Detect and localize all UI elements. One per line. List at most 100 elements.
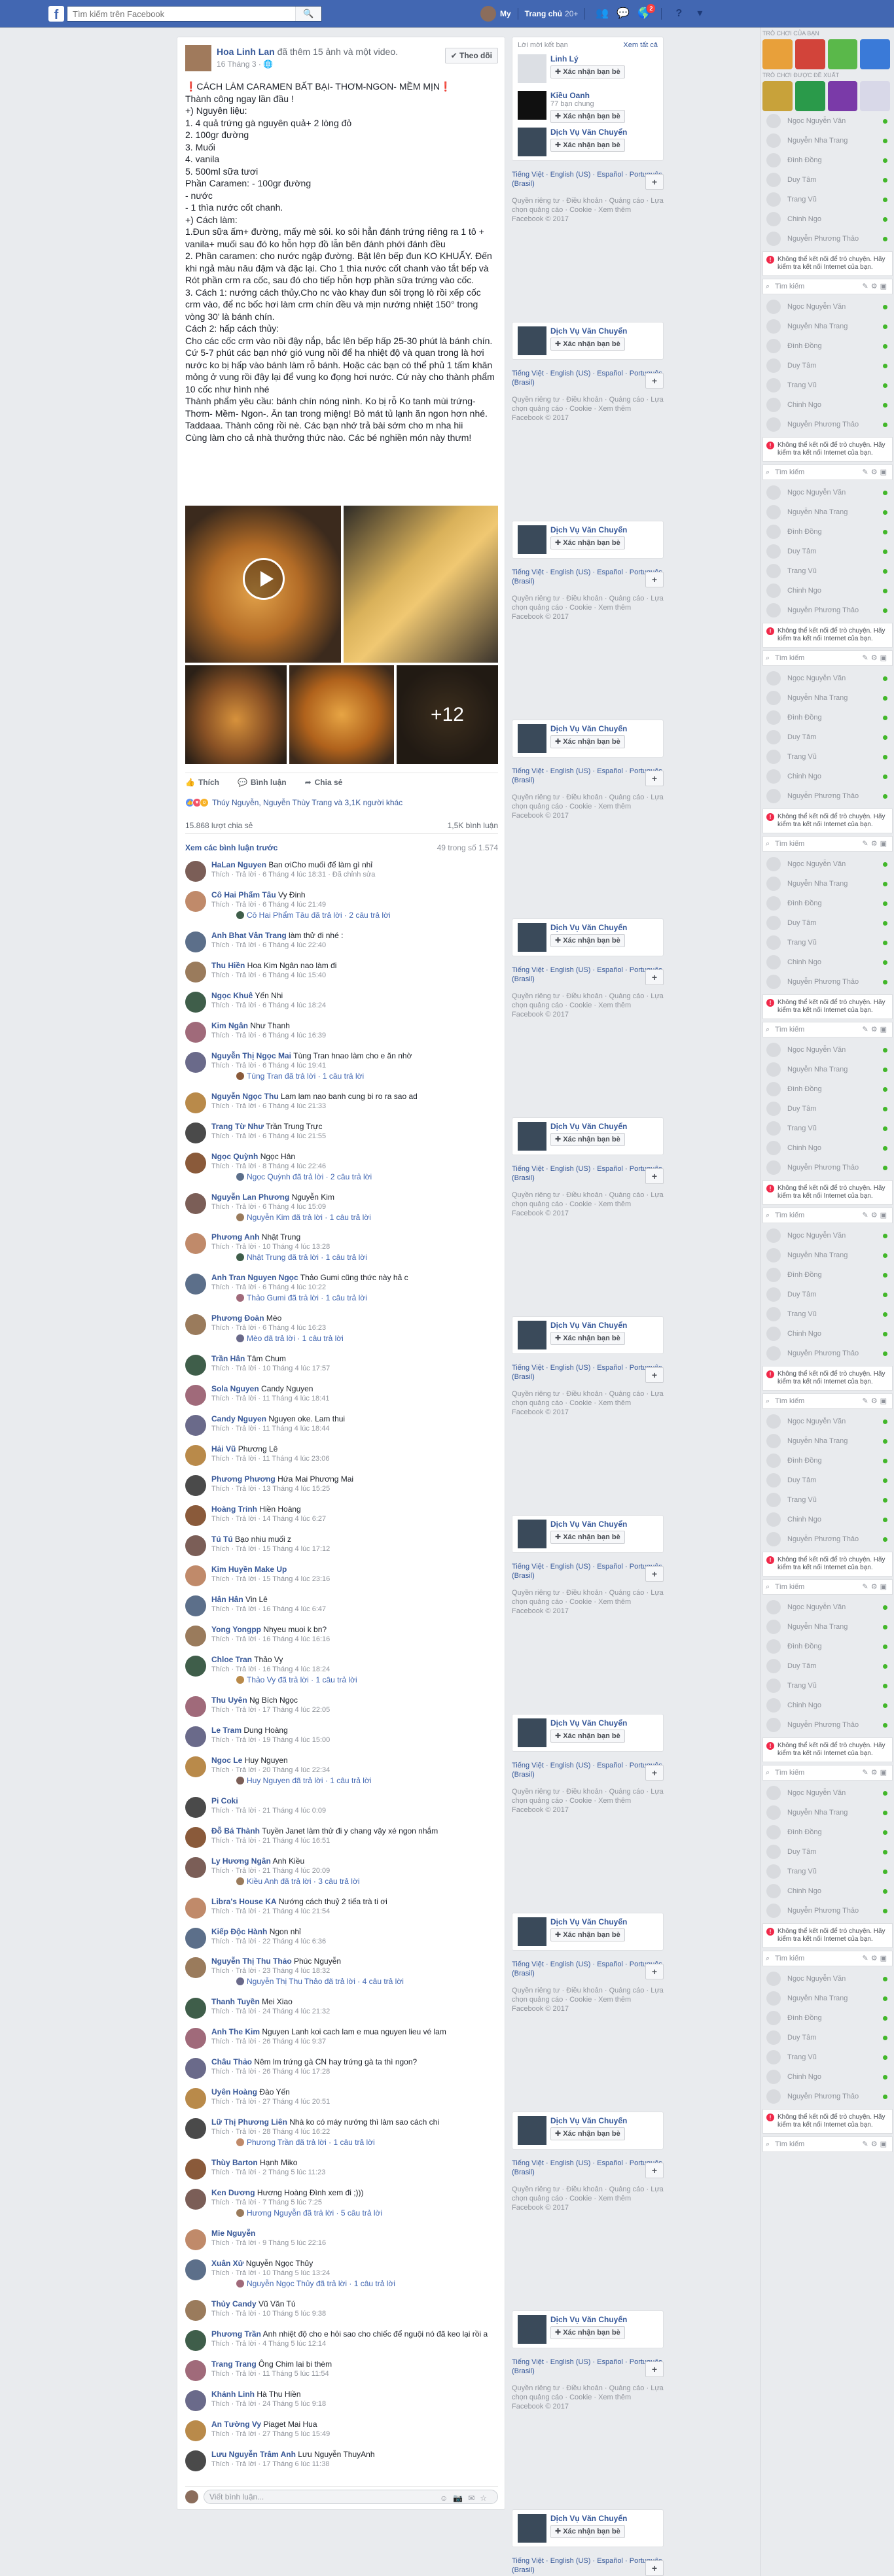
comment-author[interactable]: Ngọc Khuê [211, 991, 253, 1000]
comment-replies-link[interactable]: Ngọc Quỳnh đã trả lời · 2 câu trả lời [211, 1172, 498, 1181]
friend-name[interactable]: Dịch Vụ Văn Chuyển [550, 1122, 663, 1131]
comment-meta[interactable]: Thích · Trả lời · 14 Tháng 4 lúc 6:27 [211, 1514, 498, 1523]
like-button[interactable]: 👍 Thích [185, 778, 219, 787]
chat-contact[interactable]: Nguyễn Nha Trang [761, 1245, 894, 1265]
avatar[interactable] [185, 1233, 206, 1255]
game-icon[interactable] [860, 81, 890, 111]
comment-author[interactable]: Kiếp Độc Hành [211, 1927, 267, 1936]
avatar[interactable] [185, 1092, 206, 1113]
avatar[interactable] [185, 1897, 206, 1919]
chat-contact[interactable]: Duy Tâm [761, 2028, 894, 2047]
home-link[interactable]: Trang chủ [525, 9, 562, 18]
comment-author[interactable]: Nguyễn Lan Phương [211, 1192, 289, 1202]
comment-author[interactable]: Hải Vũ [211, 1444, 236, 1453]
comment-replies-link[interactable]: Phương Trần đã trả lời · 1 câu trả lời [211, 2138, 498, 2147]
avatar[interactable] [185, 1625, 206, 1646]
confirm-friend-button[interactable]: ✚ Xác nhận bạn bè [550, 1531, 625, 1544]
avatar[interactable] [185, 2088, 206, 2110]
chat-settings-icon[interactable]: ✎⚙▣ [863, 465, 889, 479]
game-icon[interactable] [762, 39, 793, 69]
avatar[interactable] [185, 1826, 206, 1848]
comment-author[interactable]: Lữ Thị Phương Liên [211, 2117, 287, 2127]
avatar[interactable] [185, 1314, 206, 1336]
comment-meta[interactable]: Thích · Trả lời · 24 Tháng 4 lúc 21:32 [211, 2007, 498, 2016]
replies-text[interactable]: Thảo Vy đã trả lời · 1 câu trả lời [247, 1675, 357, 1684]
footer-link-list[interactable]: Quyền riêng tư · Điều khoản · Quảng cáo … [512, 1191, 664, 1209]
chat-contact[interactable]: Trang Vũ [761, 1676, 894, 1696]
chat-settings-icon[interactable]: ✎⚙▣ [863, 2137, 889, 2151]
photo[interactable]: +12 [397, 665, 498, 764]
language-list[interactable]: Tiếng Việt · English (US) · Español · Po… [512, 2556, 664, 2575]
confirm-friend-button[interactable]: ✚ Xác nhận bạn bè [550, 110, 625, 123]
language-list[interactable]: Tiếng Việt · English (US) · Español · Po… [512, 2358, 664, 2376]
avatar[interactable] [185, 1856, 206, 1878]
chat-contact[interactable]: Nguyễn Nha Trang [761, 688, 894, 708]
comment-meta[interactable]: Thích · Trả lời · 10 Tháng 4 lúc 17:57 [211, 1364, 498, 1373]
game-icon[interactable] [762, 81, 793, 111]
avatar[interactable] [185, 2259, 206, 2281]
avatar[interactable] [185, 1152, 206, 1174]
confirm-friend-button[interactable]: ✚ Xác nhận bạn bè [550, 735, 625, 748]
comment-author[interactable]: Phương Đoàn [211, 1314, 264, 1323]
chat-search-input[interactable]: ⌕ Tìm kiếm ✎⚙▣ [762, 1208, 893, 1223]
comment-meta[interactable]: Thích · Trả lời · 8 Tháng 4 lúc 22:46 [211, 1162, 498, 1171]
chat-contact[interactable]: Ngọc Nguyễn Văn [761, 1597, 894, 1617]
comment-author[interactable]: Ken Dương [211, 2188, 255, 2197]
comment-author[interactable]: Kim Ngân [211, 1021, 248, 1030]
comment-button[interactable]: 💬 Bình luận [238, 778, 287, 787]
comment-meta[interactable]: Thích · Trả lời · 6 Tháng 4 lúc 19:41 [211, 1061, 498, 1070]
add-language-button[interactable]: + [645, 969, 664, 985]
comment-meta[interactable]: Thích · Trả lời · 6 Tháng 4 lúc 16:23 [211, 1323, 498, 1332]
footer-link-list[interactable]: Quyền riêng tư · Điều khoản · Quảng cáo … [512, 594, 664, 612]
chat-contact[interactable]: Đình Đồng [761, 336, 894, 356]
comment-author[interactable]: Uyên Hoàng [211, 2087, 257, 2097]
messages-icon[interactable]: 💬 [617, 7, 630, 20]
comment-replies-link[interactable]: Kiều Anh đã trả lời · 3 câu trả lời [211, 1877, 498, 1886]
chat-contact[interactable]: Nguyễn Phương Thảo [761, 1344, 894, 1363]
photo[interactable] [289, 665, 394, 764]
replies-text[interactable]: Nhật Trung đã trả lời · 1 câu trả lời [247, 1253, 367, 1262]
chat-contact[interactable]: Chinh Ngo [761, 952, 894, 972]
comment-author[interactable]: Xuân Xử [211, 2259, 243, 2268]
avatar[interactable] [185, 2329, 206, 2351]
confirm-friend-button[interactable]: ✚ Xác nhận bạn bè [550, 1133, 625, 1146]
chat-settings-icon[interactable]: ✎⚙▣ [863, 1208, 889, 1223]
comment-author[interactable]: An Tường Vy [211, 2420, 261, 2429]
chat-contact[interactable]: Ngọc Nguyễn Văn [761, 1783, 894, 1803]
chat-contact[interactable]: Ngọc Nguyễn Văn [761, 1040, 894, 1060]
confirm-friend-button[interactable]: ✚ Xác nhận bạn bè [550, 1332, 625, 1345]
avatar[interactable] [185, 2420, 206, 2441]
comment-meta[interactable]: Thích · Trả lời · 2 Tháng 5 lúc 11:23 [211, 2168, 498, 2177]
comment-meta[interactable]: Thích · Trả lời · 4 Tháng 5 lúc 12:14 [211, 2339, 498, 2348]
chat-settings-icon[interactable]: ✎⚙▣ [863, 651, 889, 665]
comment-author[interactable]: Anh Tran Nguyen Ngọc [211, 1273, 298, 1282]
account-menu-icon[interactable]: ▾ [693, 7, 706, 20]
add-language-button[interactable]: + [645, 2163, 664, 2178]
share-button[interactable]: ➦ Chia sẻ [305, 778, 343, 787]
replies-text[interactable]: Nguyễn Kim đã trả lời · 1 câu trả lời [247, 1213, 371, 1222]
see-all-link[interactable]: Xem tất cả [623, 41, 658, 49]
confirm-friend-button[interactable]: ✚ Xác nhận bạn bè [550, 1928, 625, 1941]
chat-contact[interactable]: Chinh Ngo [761, 581, 894, 600]
confirm-friend-button[interactable]: ✚ Xác nhận bạn bè [550, 1730, 625, 1743]
game-icon[interactable] [827, 81, 858, 111]
chat-contact[interactable]: Chinh Ngo [761, 1881, 894, 1901]
comment-meta[interactable]: Thích · Trả lời · 20 Tháng 4 lúc 22:34 [211, 1766, 498, 1775]
chat-contact[interactable]: Ngọc Nguyễn Văn [761, 111, 894, 131]
game-icon[interactable] [827, 39, 858, 69]
language-list[interactable]: Tiếng Việt · English (US) · Español · Po… [512, 1164, 664, 1183]
friend-name[interactable]: Dịch Vụ Văn Chuyển [550, 1321, 663, 1330]
chat-contact[interactable]: Ngọc Nguyễn Văn [761, 669, 894, 688]
avatar[interactable] [518, 2116, 546, 2145]
comment-author[interactable]: Le Tram [211, 1726, 241, 1735]
avatar[interactable] [518, 1917, 546, 1946]
replies-text[interactable]: Nguyễn Ngọc Thủy đã trả lời · 1 câu trả … [247, 2279, 395, 2288]
comment-author[interactable]: Tú Tú [211, 1535, 233, 1544]
comment-author[interactable]: Anh The Kim [211, 2027, 260, 2036]
footer-link-list[interactable]: Quyền riêng tư · Điều khoản · Quảng cáo … [512, 2384, 664, 2402]
comment-meta[interactable]: Thích · Trả lời · 26 Tháng 4 lúc 17:28 [211, 2067, 498, 2076]
chat-contact[interactable]: Nguyễn Phương Thảo [761, 600, 894, 620]
chat-settings-icon[interactable]: ✎⚙▣ [863, 1766, 889, 1780]
avatar[interactable] [185, 2118, 206, 2140]
chat-contact[interactable]: Đình Đồng [761, 894, 894, 913]
